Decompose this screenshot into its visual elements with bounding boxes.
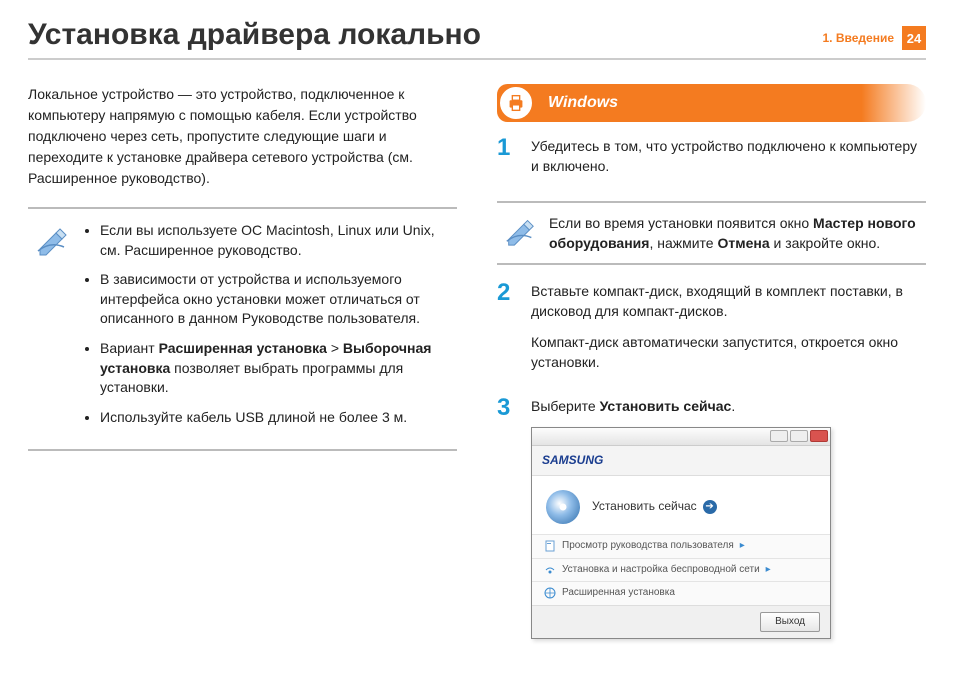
step-3: 3 Выберите Установить сейчас. SAMSUNG [497, 396, 926, 639]
step-1-text: Убедитесь в том, что устройство подключе… [531, 136, 926, 177]
install-now-button[interactable]: Установить сейчас ➔ [592, 498, 717, 515]
installer-dialog: SAMSUNG Установить сейчас ➔ Просмотр рук… [531, 427, 831, 639]
step-number: 2 [497, 281, 519, 305]
play-icon: ▸ [766, 563, 771, 578]
page-title: Установка драйвера локально [28, 18, 926, 60]
note-item-1: Если вы используете ОС Macintosh, Linux … [100, 221, 451, 260]
dialog-row-manual[interactable]: Просмотр руководства пользователя ▸ [532, 534, 830, 558]
section-title: Windows [548, 94, 618, 112]
note-icon [34, 221, 70, 257]
minimize-icon[interactable] [770, 430, 788, 442]
document-icon [544, 540, 556, 552]
exit-button[interactable]: Выход [760, 612, 820, 633]
step-1: 1 Убедитесь в том, что устройство подклю… [497, 136, 926, 187]
intro-paragraph: Локальное устройство — это устройство, п… [28, 84, 457, 189]
step-number: 3 [497, 396, 519, 420]
dialog-logo: SAMSUNG [532, 446, 830, 476]
cd-icon [546, 490, 580, 524]
step-number: 1 [497, 136, 519, 160]
note-item-2: В зависимости от устройства и используем… [100, 270, 451, 329]
breadcrumb-section: 1. Введение [823, 31, 895, 45]
dialog-row-wireless[interactable]: Установка и настройка беспроводной сети … [532, 558, 830, 582]
step-2-text-b: Компакт-диск автоматически запустится, о… [531, 332, 926, 373]
globe-icon [544, 587, 556, 599]
section-heading: Windows [497, 84, 926, 122]
printer-icon [498, 85, 534, 121]
arrow-right-icon: ➔ [703, 500, 717, 514]
note-box: Если вы используете ОС Macintosh, Linux … [28, 207, 457, 451]
note-item-3: Вариант Расширенная установка > Выборочн… [100, 339, 451, 398]
close-icon[interactable] [810, 430, 828, 442]
note-item-4: Используйте кабель USB длиной не более 3… [100, 408, 451, 428]
page-number-badge: 24 [902, 26, 926, 50]
wireless-icon [544, 564, 556, 576]
dialog-row-advanced[interactable]: Расширенная установка [532, 581, 830, 605]
play-icon: ▸ [740, 539, 745, 554]
step-2: 2 Вставьте компакт-диск, входящий в комп… [497, 281, 926, 382]
note-icon [503, 213, 537, 247]
inline-note: Если во время установки появится окно Ма… [497, 201, 926, 266]
step-2-text-a: Вставьте компакт-диск, входящий в компле… [531, 281, 926, 322]
step-3-text: Выберите Установить сейчас. [531, 396, 926, 416]
dialog-titlebar [532, 428, 830, 446]
inline-note-text: Если во время установки появится окно Ма… [549, 213, 920, 254]
maximize-icon[interactable] [790, 430, 808, 442]
